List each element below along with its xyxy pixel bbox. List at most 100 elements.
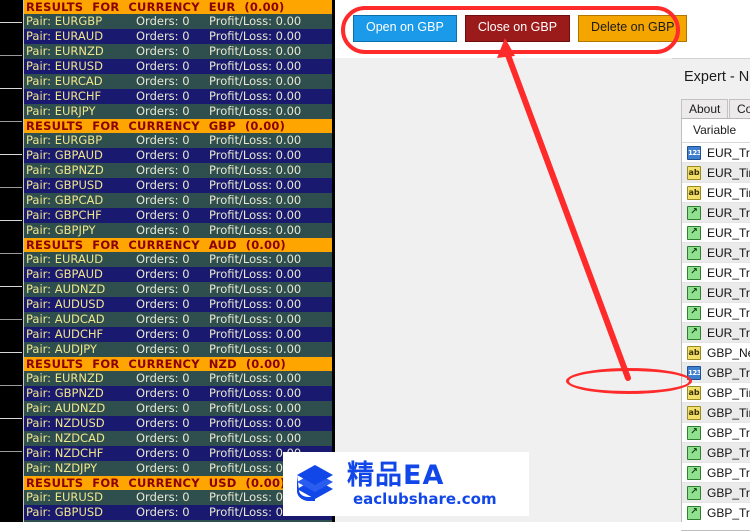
pair-label: Pair: EURNZD (26, 371, 104, 385)
table-row[interactable]: ↗GBP_Trade_GBPAUDtrue (682, 443, 750, 463)
number-icon: 123 (687, 366, 701, 380)
variable-name: EUR_Trade_EURCAD (707, 286, 750, 300)
pair-label: Pair: EURGBP (26, 133, 103, 147)
boolean-icon: ↗ (687, 206, 701, 220)
tab-about[interactable]: About (681, 99, 728, 118)
pair-orders: Orders: 0 (136, 342, 190, 356)
number-icon: 123 (687, 146, 701, 160)
pair-profit-loss: Profit/Loss: 0.00 (209, 59, 302, 73)
table-row[interactable]: ↗EUR_Trade_EURGBPtrue (682, 203, 750, 223)
chart-scale-tick (0, 352, 22, 353)
variable-name: GBP_TimeStartSession (707, 386, 750, 400)
string-icon: ab (687, 346, 701, 360)
pair-orders: Orders: 0 (136, 297, 190, 311)
pair-profit-loss: Profit/Loss: 0.00 (209, 342, 302, 356)
pair-label: Pair: EURUSD (26, 490, 103, 504)
pair-row: Pair: EURCHF Orders: 0 Profit/Loss: 0.00 (24, 89, 332, 104)
table-row[interactable]: ↗EUR_Trade_EURNZDtrue (682, 243, 750, 263)
dialog-tabs: AboutCommonInputs (681, 97, 750, 118)
table-row[interactable]: ↗GBP_Trade_GBPNZDtrue (682, 463, 750, 483)
pair-orders: Orders: 0 (136, 29, 190, 43)
pair-label: Pair: AUDNZD (26, 401, 106, 415)
pair-label: Pair: EURCHF (26, 89, 102, 103)
pair-orders: Orders: 0 (136, 431, 190, 445)
inputs-table-header: Variable Value (682, 119, 750, 143)
pair-orders: Orders: 0 (136, 252, 190, 266)
pair-label: Pair: GBPUSD (26, 178, 104, 192)
pair-label: Pair: GBPCHF (26, 208, 102, 222)
pair-orders: Orders: 0 (136, 208, 190, 222)
bottom-white-strip (0, 522, 750, 530)
pair-label: Pair: GBPNZD (26, 386, 104, 400)
column-header-variable: Variable (693, 123, 737, 137)
pair-row: Pair: GBPCAD Orders: 0 Profit/Loss: 0.00 (24, 193, 332, 208)
pair-label: Pair: AUDCHF (26, 327, 104, 341)
pair-profit-loss: Profit/Loss: 0.00 (209, 163, 302, 177)
pair-label: Pair: AUDUSD (26, 297, 105, 311)
chart-scale-tick (0, 55, 22, 56)
expert-dialog: Expert - NewsReleaseEA_v3.5.4 AboutCommo… (672, 58, 750, 531)
pair-profit-loss: Profit/Loss: 0.00 (209, 104, 302, 118)
table-row[interactable]: ↗EUR_Trade_EURJPYtrue (682, 323, 750, 343)
table-row[interactable]: ↗GBP_Trade_EURGBPtrue (682, 423, 750, 443)
delete-on-gbp-button[interactable]: Delete on GBP (578, 15, 688, 42)
pair-profit-loss: Profit/Loss: 0.00 (209, 327, 302, 341)
table-row[interactable]: abEUR_TimeStartSession00:00:00 (682, 163, 750, 183)
pair-profit-loss: Profit/Loss: 0.00 (209, 297, 302, 311)
boolean-icon: ↗ (687, 266, 701, 280)
chart-scale-tick (0, 286, 22, 287)
table-row[interactable]: ↗GBP_Trade_GBPCADtrue (682, 503, 750, 523)
pair-orders: Orders: 0 (136, 89, 190, 103)
variable-name: GBP_TimeEndSession (707, 406, 750, 420)
currency-group-header: RESULTS FOR CURRENCY GBP (0.00) (24, 119, 332, 133)
pair-row: Pair: EURJPY Orders: 0 Profit/Loss: 0.00 (24, 104, 332, 119)
boolean-icon: ↗ (687, 506, 701, 520)
watermark-url: eaclubshare.com (353, 489, 497, 508)
pair-label: Pair: AUDJPY (26, 342, 97, 356)
table-row[interactable]: abEUR_TimeEndSession00:00:00 (682, 183, 750, 203)
variable-name: GBP_Trade_GBPUSD (707, 486, 750, 500)
boolean-icon: ↗ (687, 286, 701, 300)
pair-label: Pair: EURNZD (26, 44, 104, 58)
pair-orders: Orders: 0 (136, 193, 190, 207)
table-row[interactable]: 123GBP_TradeInNewsReleaseTrade_From_Pane… (682, 363, 750, 383)
pair-orders: Orders: 0 (136, 461, 190, 475)
boolean-icon: ↗ (687, 446, 701, 460)
ea-results-panel[interactable]: RESULTS FOR CURRENCY EUR (0.00) Pair: EURGBP O… (23, 0, 332, 530)
table-row[interactable]: abGBP_NewsReleaseSet|====== GBP News Rel… (682, 343, 750, 363)
close-on-gbp-button[interactable]: Close on GBP (464, 15, 571, 42)
table-row[interactable]: abGBP_TimeStartSession00:00:00 (682, 383, 750, 403)
pair-orders: Orders: 0 (136, 505, 190, 519)
inputs-table[interactable]: Variable Value 123 EUR_TradeInNewsRelease… (681, 119, 750, 531)
variable-name: GBP_Trade_GBPNZD (707, 466, 750, 480)
mt4-chart-area[interactable]: RESULTS FOR CURRENCY EUR (0.00) Pair: EURGBP O… (0, 0, 335, 530)
pair-row: Pair: AUDCAD Orders: 0 Profit/Loss: 0.00 (24, 312, 332, 327)
table-row[interactable]: 123EUR_TradeInNewsReleaseTrade_In_News (682, 143, 750, 163)
pair-row: Pair: GBPAUD Orders: 0 Profit/Loss: 0.00 (24, 148, 332, 163)
variable-name: EUR_TimeEndSession (707, 186, 750, 200)
variable-name: EUR_Trade_EURCHF (707, 306, 750, 320)
table-row[interactable]: ↗EUR_Trade_EURAUDtrue (682, 223, 750, 243)
table-row[interactable]: ↗EUR_Trade_EURCADtrue (682, 283, 750, 303)
pair-row: Pair: GBPJPY Orders: 0 Profit/Loss: 0.00 (24, 223, 332, 238)
variable-name: EUR_Trade_EURUSD (707, 266, 750, 280)
boolean-icon: ↗ (687, 466, 701, 480)
variable-name: EUR_TradeInNewsRelease (707, 146, 750, 160)
table-row[interactable]: ↗GBP_Trade_GBPUSDtrue (682, 483, 750, 503)
inputs-table-body[interactable]: 123EUR_TradeInNewsReleaseTrade_In_Newsab… (682, 143, 750, 523)
table-row[interactable]: ↗EUR_Trade_EURCHFtrue (682, 303, 750, 323)
table-row[interactable]: ↗EUR_Trade_EURUSDtrue (682, 263, 750, 283)
string-icon: ab (687, 386, 701, 400)
variable-name: EUR_Trade_EURJPY (707, 326, 750, 340)
pair-profit-loss: Profit/Loss: 0.00 (209, 386, 302, 400)
pair-row: Pair: GBPCHF Orders: 0 Profit/Loss: 0.00 (24, 208, 332, 223)
pair-orders: Orders: 0 (136, 416, 190, 430)
chart-scale-tick (0, 319, 22, 320)
variable-name: GBP_Trade_GBPAUD (707, 446, 750, 460)
variable-name: GBP_NewsReleaseSet (707, 346, 750, 360)
boolean-icon: ↗ (687, 486, 701, 500)
open-on-gbp-button[interactable]: Open on GBP (353, 15, 457, 42)
pair-orders: Orders: 0 (136, 386, 190, 400)
tab-common[interactable]: Common (729, 99, 750, 118)
table-row[interactable]: abGBP_TimeEndSession00:00:00 (682, 403, 750, 423)
